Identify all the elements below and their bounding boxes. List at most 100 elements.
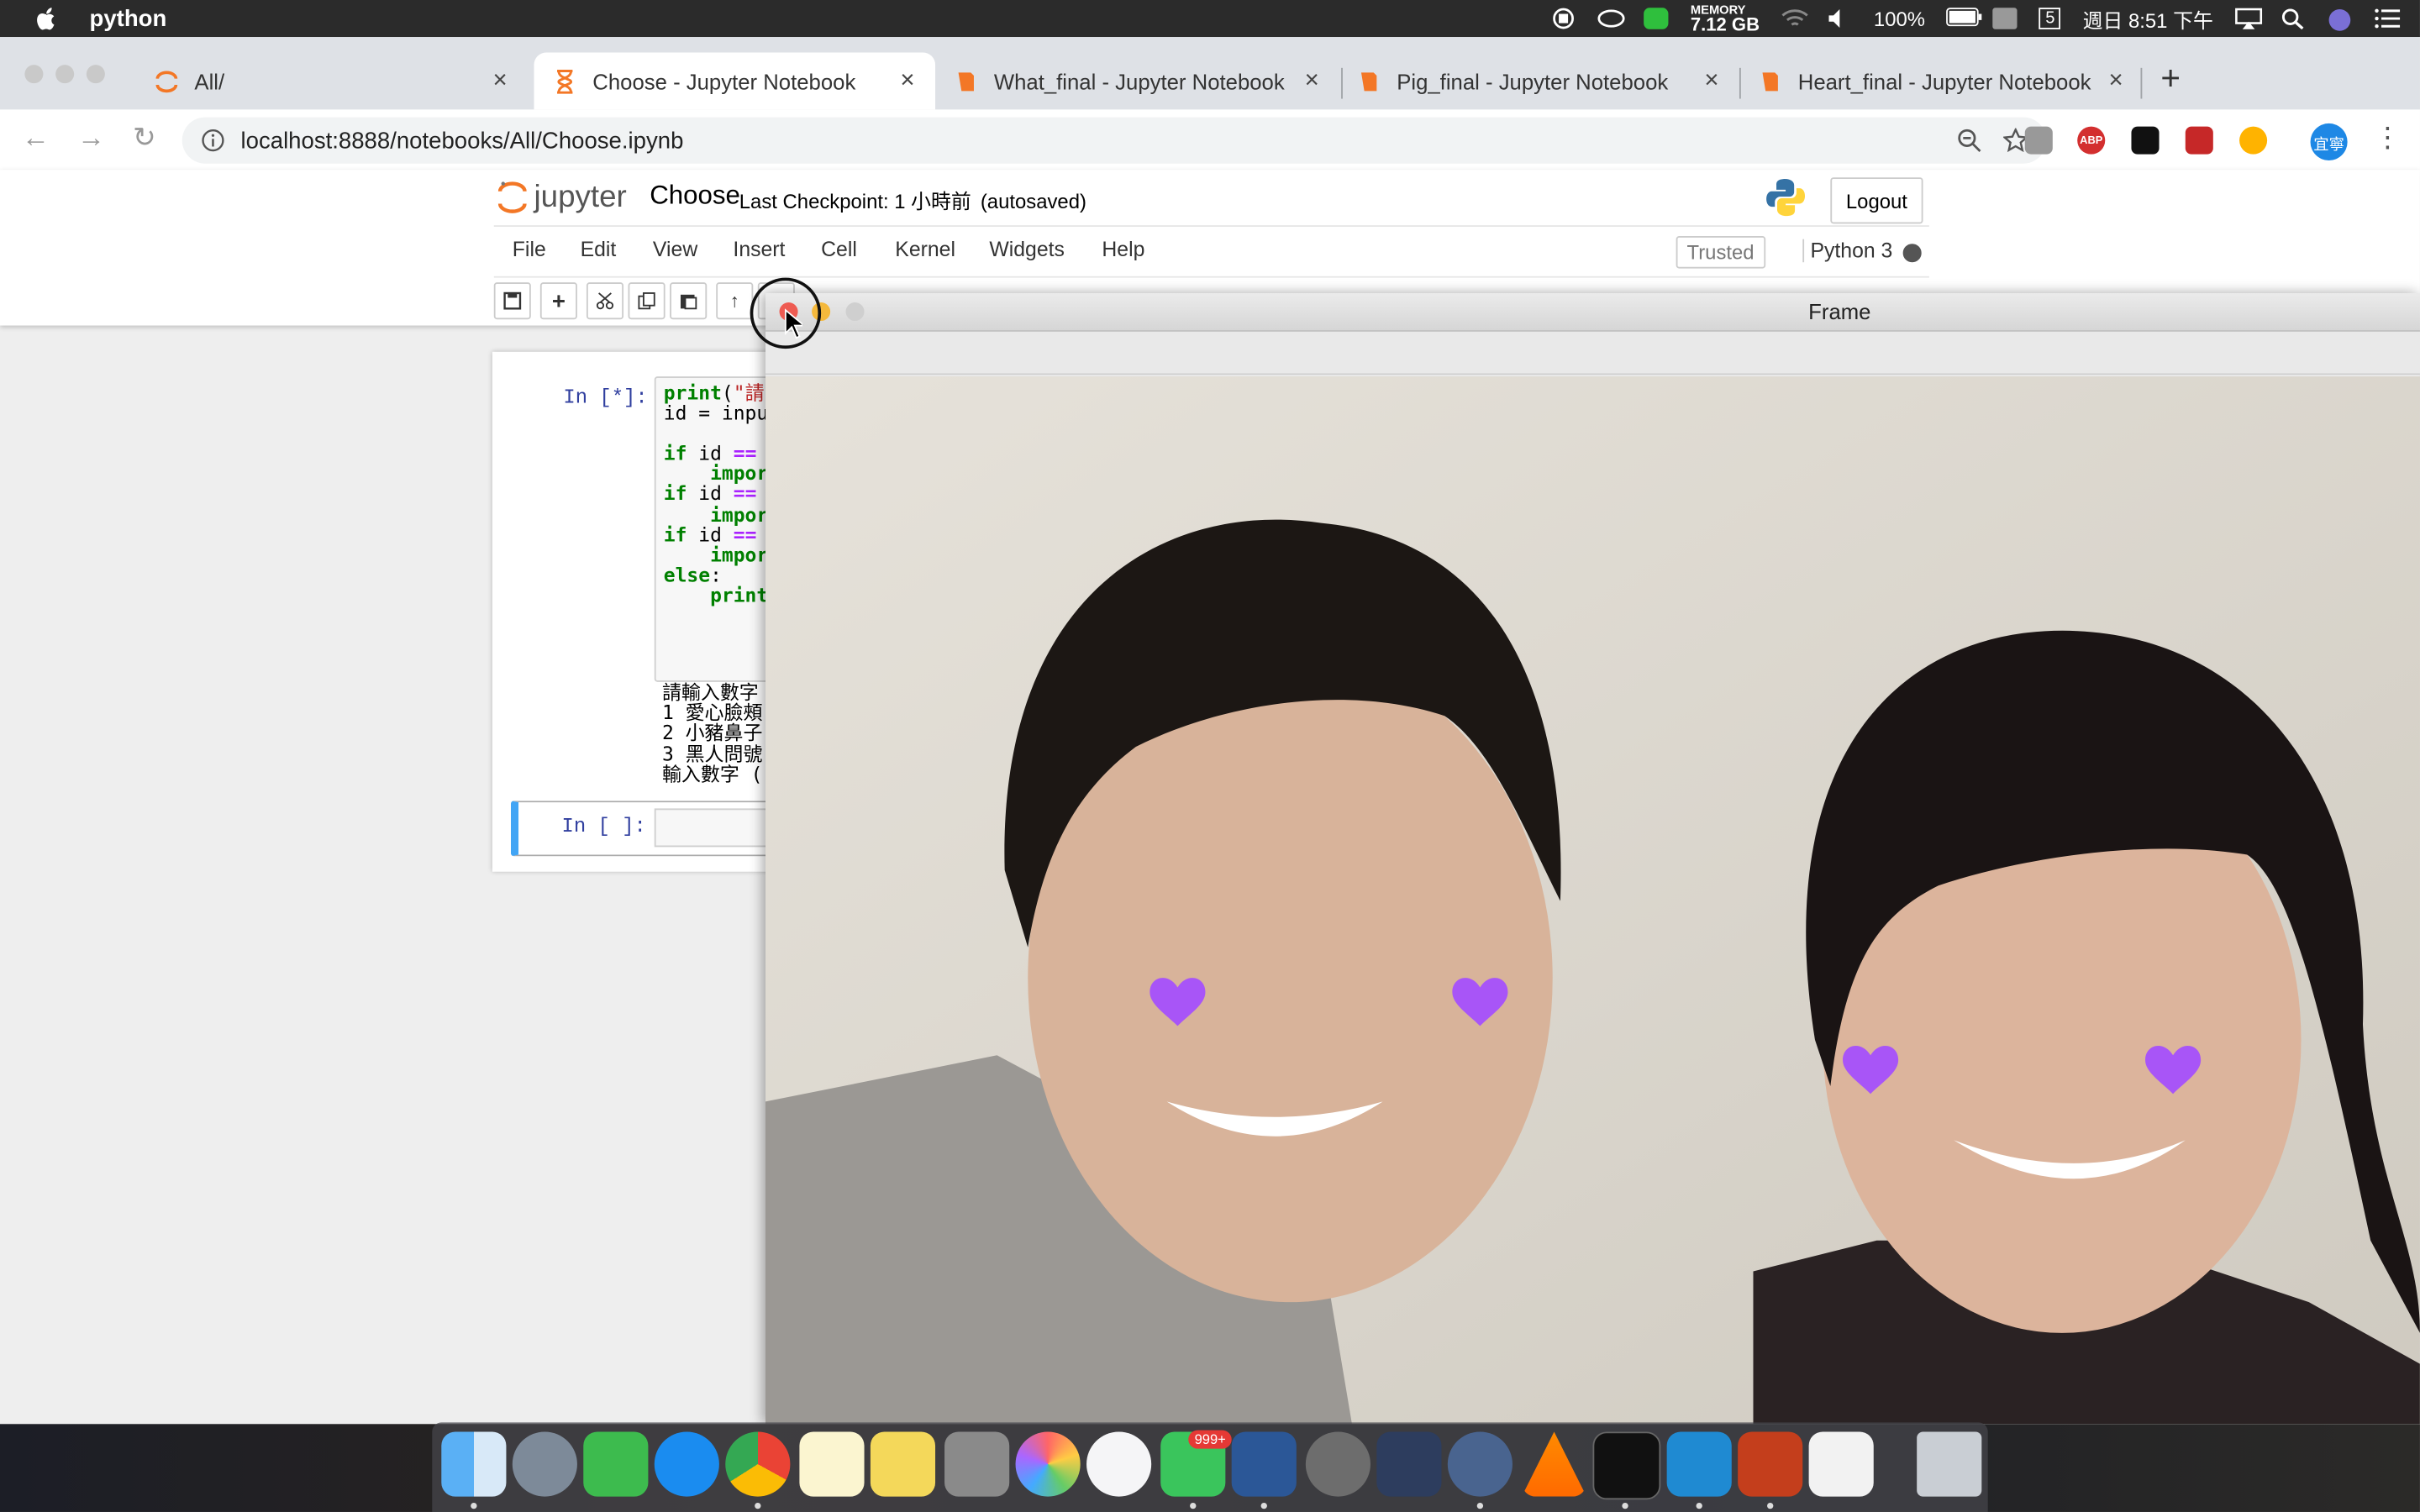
- memory-monitor[interactable]: MEMORY 7.12 GB: [1691, 3, 1760, 34]
- adblock-extension-icon[interactable]: ABP: [2077, 126, 2106, 155]
- code-line: id = inpu: [663, 401, 769, 425]
- move-up-button[interactable]: ↑: [716, 282, 754, 320]
- spotlight-icon[interactable]: [2281, 8, 2306, 30]
- siri-icon[interactable]: [2328, 8, 2352, 31]
- cell-prompt: In [*]:: [563, 386, 648, 409]
- close-window-button[interactable]: [24, 65, 44, 84]
- copy-icon: [638, 292, 655, 310]
- cell-output: 請輸入數字 1 愛心臉頰 2 小豬鼻子 3 黑人問號 輸入數字 (.: [662, 682, 774, 784]
- webcam-video: [765, 376, 2420, 1425]
- paste-button[interactable]: [670, 282, 708, 320]
- running-indicator: [1476, 1502, 1484, 1509]
- close-tab-icon[interactable]: ×: [2103, 67, 2128, 95]
- calculator-icon[interactable]: [944, 1431, 1010, 1497]
- menu-widgets[interactable]: Widgets: [989, 238, 1065, 261]
- frame-titlebar[interactable]: Frame: [765, 292, 2420, 332]
- close-tab-icon[interactable]: ×: [895, 67, 919, 95]
- volume-icon[interactable]: [1828, 8, 1852, 29]
- trusted-indicator[interactable]: Trusted: [1676, 236, 1765, 269]
- menu-file[interactable]: File: [513, 238, 546, 261]
- zoom-window-button[interactable]: [86, 65, 105, 84]
- notification-center-icon[interactable]: [2374, 8, 2401, 29]
- new-tab-button[interactable]: +: [2160, 59, 2181, 99]
- clock[interactable]: 週日 8:51 下午: [2083, 4, 2213, 34]
- finder-icon[interactable]: [441, 1431, 507, 1497]
- record-icon[interactable]: [1552, 8, 1576, 29]
- creative-cloud-icon[interactable]: [1598, 8, 1626, 29]
- tab-what-final[interactable]: What_final - Jupyter Notebook ×: [935, 52, 1339, 109]
- back-icon[interactable]: ←: [22, 122, 50, 155]
- document-icon[interactable]: [1808, 1431, 1874, 1497]
- tab-title: All/: [194, 68, 225, 94]
- system-preferences-icon[interactable]: [1305, 1431, 1370, 1497]
- close-tab-icon[interactable]: ×: [487, 67, 512, 95]
- macos-menubar: python MEMORY 7.12 GB 100% 5 週日 8:51 下午: [0, 0, 2420, 38]
- airplay-icon[interactable]: [2235, 8, 2263, 29]
- frame-toolbar: [765, 331, 2420, 375]
- extension-icon[interactable]: [2239, 126, 2268, 155]
- notebook-menubar: File Edit View Insert Cell Kernel Widget…: [493, 225, 1929, 278]
- date-badge[interactable]: 5: [2039, 8, 2061, 29]
- reload-icon[interactable]: ↻: [133, 122, 156, 155]
- word-icon[interactable]: [1231, 1431, 1297, 1497]
- minimize-window-button[interactable]: [55, 65, 75, 84]
- tab-choose[interactable]: Choose - Jupyter Notebook ×: [534, 52, 936, 110]
- safari-icon[interactable]: [654, 1431, 719, 1497]
- cut-button[interactable]: [586, 282, 624, 320]
- input-method-icon[interactable]: [1992, 8, 2018, 29]
- tab-all[interactable]: All/ ×: [136, 52, 529, 109]
- trash-icon[interactable]: [1917, 1431, 1982, 1497]
- powerpoint-icon[interactable]: [1738, 1431, 1803, 1497]
- menu-edit[interactable]: Edit: [581, 238, 617, 261]
- music-icon[interactable]: [1086, 1431, 1152, 1497]
- notebook-name[interactable]: Choose: [650, 181, 740, 212]
- vlc-icon[interactable]: [1521, 1431, 1587, 1497]
- kernel-name[interactable]: Python 3: [1802, 239, 1892, 263]
- apple-icon[interactable]: [31, 3, 62, 34]
- extension-icon[interactable]: [2185, 126, 2213, 155]
- tab-heart-final[interactable]: Heart_final - Jupyter Notebook ×: [1739, 52, 2144, 109]
- insert-cell-button[interactable]: +: [539, 282, 577, 320]
- launchpad-icon[interactable]: [512, 1431, 577, 1497]
- battery-icon[interactable]: [1946, 8, 1982, 29]
- line-icon[interactable]: [1644, 8, 1670, 29]
- logout-button[interactable]: Logout: [1830, 177, 1923, 224]
- forward-icon[interactable]: →: [77, 122, 105, 155]
- notes-icon[interactable]: [799, 1431, 865, 1497]
- app-name[interactable]: python: [90, 5, 167, 31]
- menu-kernel[interactable]: Kernel: [895, 238, 955, 261]
- camera-extension-icon[interactable]: [2024, 126, 2053, 155]
- vscode-icon[interactable]: [1666, 1431, 1732, 1497]
- save-button[interactable]: [493, 282, 531, 320]
- menu-insert[interactable]: Insert: [733, 238, 785, 261]
- jupyter-logo-text: jupyter: [534, 179, 627, 214]
- code-line: print: [710, 583, 769, 606]
- menu-help[interactable]: Help: [1102, 238, 1144, 261]
- copy-button[interactable]: [628, 282, 666, 320]
- photos-icon[interactable]: [1015, 1431, 1081, 1497]
- wifi-icon[interactable]: [1781, 8, 1808, 29]
- running-indicator: [1767, 1502, 1774, 1509]
- terminal-icon[interactable]: [1592, 1431, 1661, 1500]
- zoom-icon[interactable]: [1957, 128, 1981, 152]
- stickies-icon[interactable]: [870, 1431, 936, 1497]
- facetime-icon[interactable]: [583, 1431, 649, 1497]
- chrome-icon[interactable]: [725, 1431, 791, 1497]
- close-tab-icon[interactable]: ×: [1699, 67, 1723, 95]
- jupyter-logo-icon: [497, 181, 527, 213]
- mouse-pointer-icon: [784, 308, 803, 339]
- quicktime-icon[interactable]: [1447, 1431, 1512, 1497]
- imovie-icon[interactable]: [1376, 1431, 1442, 1497]
- profile-avatar[interactable]: 宜寧: [2310, 123, 2348, 161]
- close-tab-icon[interactable]: ×: [1300, 67, 1324, 95]
- tab-title: What_final - Jupyter Notebook: [993, 68, 1285, 94]
- menu-cell[interactable]: Cell: [821, 238, 857, 261]
- address-bar[interactable]: localhost:8888/notebooks/All/Choose.ipyn…: [182, 117, 2047, 164]
- jupyter-logo[interactable]: jupyter: [497, 179, 627, 216]
- info-icon[interactable]: [201, 128, 225, 152]
- kebab-menu-icon[interactable]: ⋮: [2374, 122, 2402, 155]
- url-text: localhost:8888/notebooks/All/Choose.ipyn…: [240, 127, 684, 154]
- incognito-extension-icon[interactable]: [2131, 126, 2160, 155]
- menu-view[interactable]: View: [653, 238, 697, 261]
- tab-pig-final[interactable]: Pig_final - Jupyter Notebook ×: [1338, 52, 1739, 109]
